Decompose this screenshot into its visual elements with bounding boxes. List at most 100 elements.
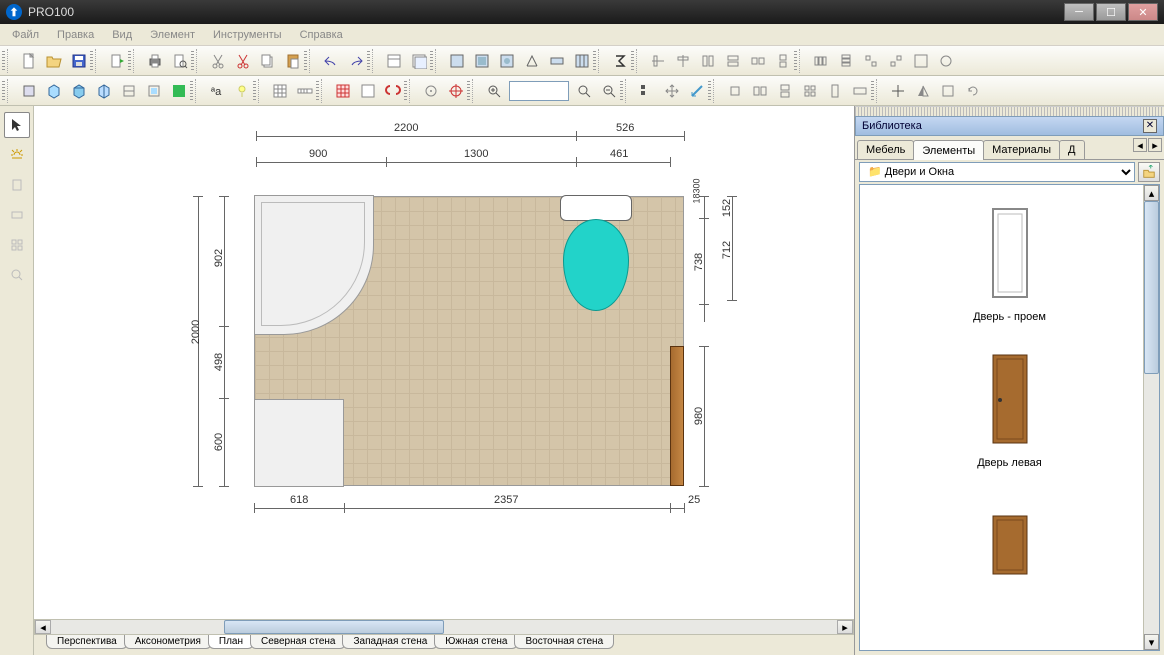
tool-l2-icon[interactable] [4, 202, 30, 228]
redo-icon[interactable] [344, 49, 368, 73]
box-3-icon[interactable] [67, 79, 91, 103]
rect-tool-icon[interactable] [936, 79, 960, 103]
extra-1-icon[interactable] [635, 79, 659, 103]
tool-c-icon[interactable] [495, 49, 519, 73]
undo-icon[interactable] [319, 49, 343, 73]
scissors-icon[interactable] [231, 49, 255, 73]
color-icon[interactable] [167, 79, 191, 103]
view-tab-north[interactable]: Северная стена [250, 635, 347, 649]
canvas[interactable]: 2200 526 900 1300 461 2000 [34, 106, 854, 655]
light-tool-icon[interactable] [4, 142, 30, 168]
rotate-icon[interactable] [961, 79, 985, 103]
canvas-hscrollbar[interactable]: ◂ ▸ [34, 619, 854, 635]
target-icon[interactable] [444, 79, 468, 103]
library-item[interactable]: Дверь - проем [860, 193, 1159, 339]
library-tab-more[interactable]: Д [1059, 140, 1084, 159]
library-tab-next-icon[interactable]: ▸ [1148, 138, 1162, 152]
dist-3-icon[interactable] [859, 49, 883, 73]
light-icon[interactable] [230, 79, 254, 103]
print-preview-icon[interactable] [168, 49, 192, 73]
door-object[interactable] [670, 346, 684, 486]
box-5-icon[interactable] [117, 79, 141, 103]
hscroll-thumb[interactable] [224, 620, 444, 634]
dist-1-icon[interactable] [809, 49, 833, 73]
library-tab-furniture[interactable]: Мебель [857, 140, 914, 159]
align-3-icon[interactable] [696, 49, 720, 73]
properties-icon[interactable] [382, 49, 406, 73]
box-2-icon[interactable] [42, 79, 66, 103]
close-button[interactable]: ✕ [1128, 3, 1158, 21]
scroll-down-icon[interactable]: ▾ [1144, 634, 1159, 650]
new-file-icon[interactable] [17, 49, 41, 73]
zoom-out-icon[interactable] [597, 79, 621, 103]
library-scrollbar[interactable]: ▴ ▾ [1143, 185, 1159, 650]
box-6-icon[interactable] [142, 79, 166, 103]
extra-2-icon[interactable] [660, 79, 684, 103]
snap2-3-icon[interactable] [773, 79, 797, 103]
menu-tools[interactable]: Инструменты [205, 27, 290, 43]
library-up-button[interactable] [1138, 162, 1160, 182]
zoom-in-icon[interactable] [482, 79, 506, 103]
dist-2-icon[interactable] [834, 49, 858, 73]
hscroll-left-icon[interactable]: ◂ [35, 620, 51, 634]
snap2-2-icon[interactable] [748, 79, 772, 103]
align-4-icon[interactable] [721, 49, 745, 73]
view-tab-plan[interactable]: План [208, 635, 254, 649]
grid-2-icon[interactable] [356, 79, 380, 103]
dist-4-icon[interactable] [884, 49, 908, 73]
locate-icon[interactable] [419, 79, 443, 103]
hscroll-right-icon[interactable]: ▸ [837, 620, 853, 634]
tool-a-icon[interactable] [445, 49, 469, 73]
library-tab-elements[interactable]: Элементы [913, 140, 984, 160]
dist-5-icon[interactable] [909, 49, 933, 73]
print-icon[interactable] [143, 49, 167, 73]
view-tab-axonometry[interactable]: Аксонометрия [124, 635, 212, 649]
snap2-5-icon[interactable] [823, 79, 847, 103]
library-item[interactable]: Дверь левая [860, 339, 1159, 485]
align-2-icon[interactable] [671, 49, 695, 73]
mirror-icon[interactable] [911, 79, 935, 103]
menu-element[interactable]: Элемент [142, 27, 203, 43]
snap2-1-icon[interactable] [723, 79, 747, 103]
tool-l4-icon[interactable] [4, 262, 30, 288]
save-file-icon[interactable] [67, 49, 91, 73]
toilet-object[interactable] [560, 195, 632, 315]
minimize-button[interactable]: ─ [1064, 3, 1094, 21]
extra-3-icon[interactable] [685, 79, 709, 103]
open-file-icon[interactable] [42, 49, 66, 73]
ruler-icon[interactable] [293, 79, 317, 103]
tool-d-icon[interactable] [520, 49, 544, 73]
menu-help[interactable]: Справка [292, 27, 351, 43]
layers-icon[interactable] [407, 49, 431, 73]
tool-l1-icon[interactable] [4, 172, 30, 198]
import-icon[interactable] [105, 49, 129, 73]
grid-red-icon[interactable] [331, 79, 355, 103]
tool-b-icon[interactable] [470, 49, 494, 73]
library-item[interactable] [860, 485, 1159, 619]
maximize-button[interactable]: ☐ [1096, 3, 1126, 21]
align-6-icon[interactable] [771, 49, 795, 73]
box-4-icon[interactable] [92, 79, 116, 103]
arrow-tool-icon[interactable] [4, 112, 30, 138]
dist-6-icon[interactable] [934, 49, 958, 73]
library-grip[interactable] [855, 106, 1164, 116]
snap2-4-icon[interactable] [798, 79, 822, 103]
menu-view[interactable]: Вид [104, 27, 140, 43]
library-folder-select[interactable]: 📁 Двери и Окна [859, 162, 1135, 182]
align-1-icon[interactable] [646, 49, 670, 73]
tool-f-icon[interactable] [570, 49, 594, 73]
tool-e-icon[interactable] [545, 49, 569, 73]
snap-icon[interactable] [381, 79, 405, 103]
view-tab-south[interactable]: Южная стена [434, 635, 518, 649]
move-icon[interactable] [886, 79, 910, 103]
menu-edit[interactable]: Правка [49, 27, 102, 43]
tool-l3-icon[interactable] [4, 232, 30, 258]
view-tab-perspective[interactable]: Перспектива [46, 635, 128, 649]
zoom-fit-icon[interactable] [572, 79, 596, 103]
sigma-icon[interactable] [608, 49, 632, 73]
snap2-6-icon[interactable] [848, 79, 872, 103]
menu-file[interactable]: Файл [4, 27, 47, 43]
scroll-up-icon[interactable]: ▴ [1144, 185, 1159, 201]
paste-icon[interactable] [281, 49, 305, 73]
cabinet-object[interactable] [254, 399, 344, 487]
